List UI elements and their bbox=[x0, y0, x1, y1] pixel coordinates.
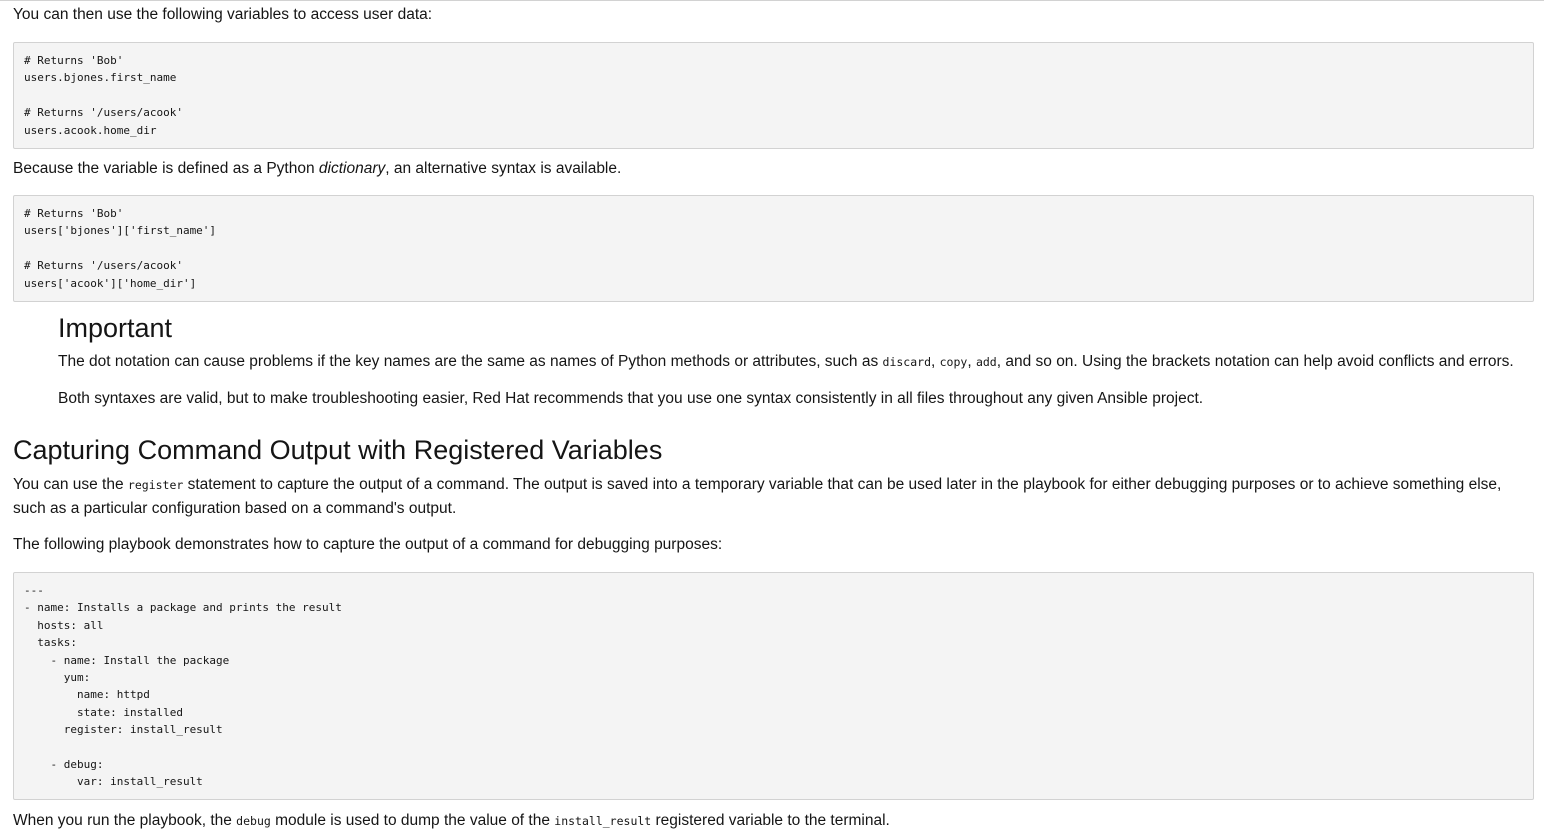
admonition-text-2: , bbox=[931, 353, 940, 370]
playbook-intro-paragraph: The following playbook demonstrates how … bbox=[13, 536, 723, 553]
intro-paragraph: You can then use the following variables… bbox=[13, 6, 433, 23]
inline-code-register: register bbox=[127, 478, 184, 492]
admonition-text-3: , bbox=[967, 353, 976, 370]
inline-code-debug: debug bbox=[236, 814, 271, 828]
register-paragraph: You can use the register statement to ca… bbox=[13, 473, 1534, 520]
dictionary-text-before: Because the variable is defined as a Pyt… bbox=[13, 160, 319, 177]
run-paragraph: When you run the playbook, the debug mod… bbox=[13, 809, 890, 833]
run-text-1: When you run the playbook, the bbox=[13, 812, 237, 829]
code-block-dot-notation: # Returns 'Bob' users.bjones.first_name … bbox=[13, 42, 1534, 149]
code-block-playbook: --- - name: Installs a package and print… bbox=[13, 572, 1534, 800]
section-heading: Capturing Command Output with Registered… bbox=[13, 435, 663, 465]
dictionary-text-after: , an alternative syntax is available. bbox=[385, 160, 622, 177]
admonition-text-1: The dot notation can cause problems if t… bbox=[58, 353, 883, 370]
dictionary-emphasis: dictionary bbox=[318, 160, 386, 177]
inline-code-copy: copy bbox=[939, 355, 968, 369]
admonition-paragraph-1: The dot notation can cause problems if t… bbox=[58, 350, 1514, 374]
run-text-3: registered variable to the terminal. bbox=[651, 812, 890, 829]
code-block-bracket-notation: # Returns 'Bob' users['bjones']['first_n… bbox=[13, 195, 1534, 302]
important-admonition: Important The dot notation can cause pro… bbox=[58, 311, 1528, 407]
dictionary-paragraph: Because the variable is defined as a Pyt… bbox=[13, 157, 621, 180]
run-text-2: module is used to dump the value of the bbox=[270, 812, 555, 829]
admonition-title: Important bbox=[58, 313, 173, 343]
admonition-text-4: , and so on. Using the brackets notation… bbox=[996, 353, 1514, 370]
admonition-paragraph-2: Both syntaxes are valid, but to make tro… bbox=[58, 390, 1204, 407]
inline-code-install-result: install_result bbox=[554, 814, 652, 828]
inline-code-add: add bbox=[975, 355, 997, 369]
register-text-before: You can use the bbox=[13, 476, 128, 493]
inline-code-discard: discard bbox=[882, 355, 931, 369]
register-text-after: statement to capture the output of a com… bbox=[13, 476, 1502, 517]
